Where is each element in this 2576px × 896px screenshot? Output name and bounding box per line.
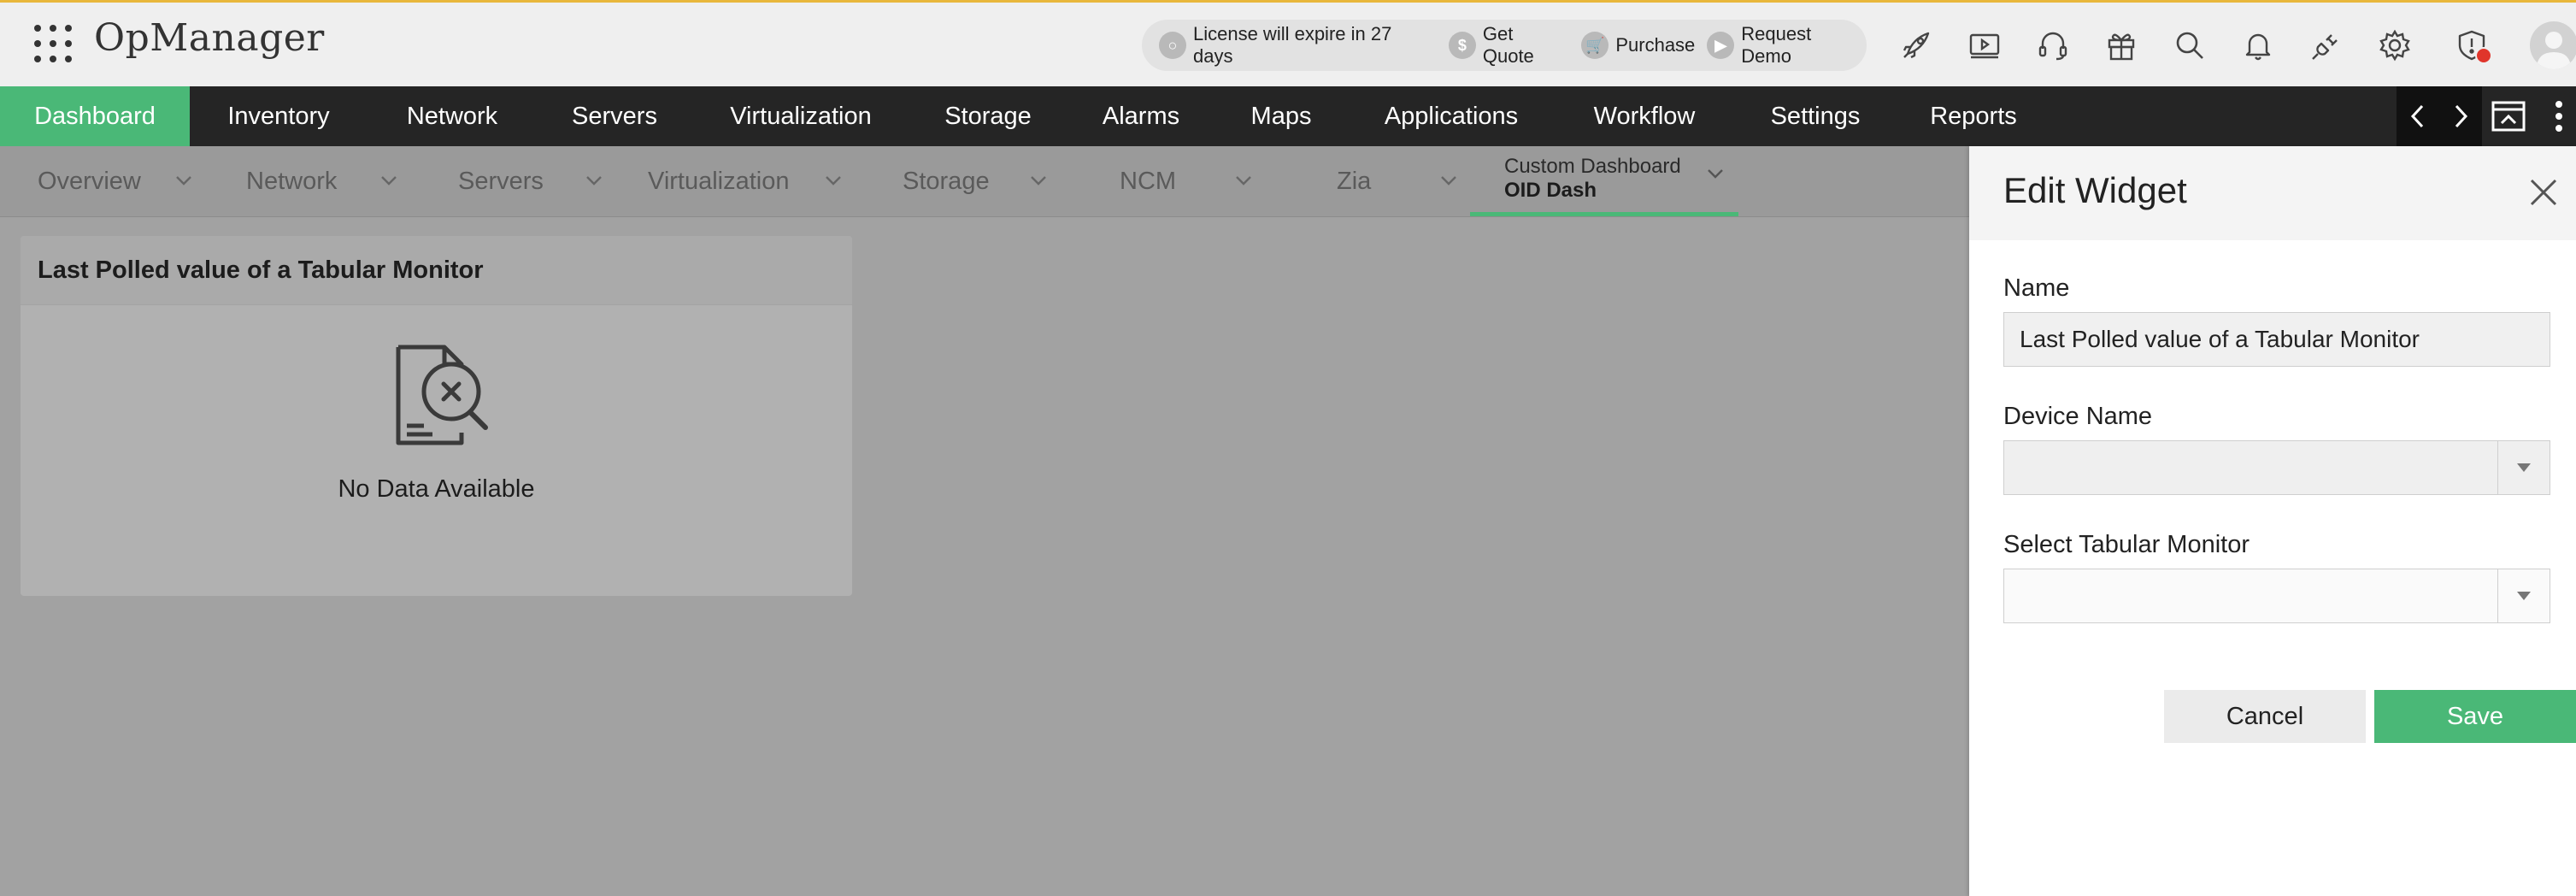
fullscreen-button[interactable] [2487, 86, 2530, 146]
no-data-icon [396, 345, 488, 445]
caret-down-icon [2517, 592, 2531, 600]
headset-icon[interactable] [2036, 28, 2070, 62]
nav-inventory[interactable]: Inventory [210, 86, 347, 146]
tab-storage[interactable]: Storage [903, 146, 990, 216]
tab-label: Storage [903, 167, 990, 195]
device-name-select[interactable] [2003, 440, 2550, 495]
nav-workflow[interactable]: Workflow [1576, 86, 1713, 146]
gift-icon[interactable] [2104, 28, 2138, 62]
video-icon[interactable] [1967, 28, 2002, 62]
caret-down-icon [2517, 463, 2531, 472]
chevron-down-icon[interactable] [174, 174, 193, 187]
tab-label: NCM [1120, 167, 1177, 195]
panel-title: Edit Widget [2003, 170, 2187, 210]
nav-reports[interactable]: Reports [1918, 86, 2029, 146]
nav-network[interactable]: Network [388, 86, 516, 146]
main-nav: Dashboard Inventory Network Servers Virt… [0, 86, 2576, 146]
chevron-down-icon[interactable] [1234, 174, 1253, 187]
chevron-down-icon[interactable] [585, 174, 603, 187]
empty-state-message: No Data Available [338, 475, 535, 503]
cancel-button[interactable]: Cancel [2164, 690, 2366, 743]
license-bar: ○ License will expire in 27 days $ Get Q… [1142, 20, 1867, 71]
nav-dashboard[interactable]: Dashboard [0, 86, 190, 146]
window-icon [2491, 101, 2526, 132]
shield-alert-icon[interactable] [2455, 28, 2492, 64]
tab-custom-dashboard-caption: Custom Dashboard [1504, 155, 1681, 178]
nav-alarms[interactable]: Alarms [1087, 86, 1195, 146]
device-name-label: Device Name [2003, 403, 2153, 430]
tab-label: Servers [458, 167, 544, 195]
alert-dot [2475, 47, 2492, 64]
widget-card: Last Polled value of a Tabular Monitor N… [21, 236, 852, 596]
chevron-down-icon[interactable] [824, 174, 843, 187]
chevron-down-icon[interactable] [1706, 167, 1725, 180]
dropdown-arrow[interactable] [2497, 441, 2550, 494]
plug-icon[interactable] [2309, 28, 2344, 62]
dollar-icon: $ [1448, 32, 1476, 59]
brand-logo[interactable]: OpManager [94, 16, 325, 60]
tab-custom-dashboard[interactable]: Custom Dashboard OID Dash [1470, 146, 1738, 216]
badge-icon: ○ [1159, 32, 1186, 59]
rocket-icon[interactable] [1899, 28, 1933, 62]
cart-icon: 🛒 [1581, 32, 1609, 59]
tab-label: Overview [38, 167, 141, 195]
chevron-down-icon[interactable] [1029, 174, 1048, 187]
get-quote-link[interactable]: $ Get Quote [1448, 23, 1569, 68]
nav-prev-button[interactable] [2397, 86, 2439, 146]
chevron-down-icon[interactable] [379, 174, 398, 187]
close-icon[interactable] [2526, 175, 2561, 209]
tab-overview[interactable]: Overview [38, 146, 141, 216]
tabular-monitor-label: Select Tabular Monitor [2003, 531, 2250, 558]
name-label: Name [2003, 274, 2070, 302]
apps-grid-icon[interactable] [34, 25, 72, 62]
tab-virtualization[interactable]: Virtualization [648, 146, 790, 216]
chevron-down-icon[interactable] [1439, 174, 1458, 187]
purchase-label: Purchase [1615, 34, 1696, 56]
more-menu-button[interactable] [2542, 86, 2576, 146]
tab-network[interactable]: Network [246, 146, 337, 216]
tab-zia[interactable]: Zia [1337, 146, 1371, 216]
nav-next-button[interactable] [2439, 86, 2482, 146]
bell-icon[interactable] [2241, 28, 2275, 62]
nav-maps[interactable]: Maps [1236, 86, 1326, 146]
save-button[interactable]: Save [2374, 690, 2576, 743]
tab-custom-dashboard-name: OID Dash [1504, 179, 1597, 202]
edit-widget-panel: Edit Widget Name Device Name Select Tabu… [1969, 146, 2576, 896]
demo-icon: ▶ [1707, 32, 1735, 59]
nav-servers[interactable]: Servers [557, 86, 672, 146]
search-icon[interactable] [2173, 28, 2207, 62]
top-bar: OpManager ○ License will expire in 27 da… [0, 0, 2576, 86]
avatar[interactable] [2530, 21, 2576, 69]
kebab-icon [2555, 101, 2562, 132]
nav-storage[interactable]: Storage [930, 86, 1046, 146]
nav-virtualization[interactable]: Virtualization [713, 86, 889, 146]
purchase-link[interactable]: 🛒 Purchase [1581, 32, 1695, 59]
tabular-monitor-select[interactable] [2003, 569, 2550, 623]
request-demo-label: Request Demo [1741, 23, 1812, 67]
nav-settings[interactable]: Settings [1754, 86, 1877, 146]
chevron-left-icon [2410, 104, 2424, 128]
license-text: License will expire in 27 days [1192, 23, 1392, 67]
get-quote-label: Get Quote [1482, 23, 1534, 67]
name-field[interactable] [2003, 312, 2550, 367]
tab-label: Zia [1337, 167, 1372, 195]
nav-applications[interactable]: Applications [1367, 86, 1535, 146]
license-status[interactable]: ○ License will expire in 27 days [1159, 23, 1437, 68]
tab-label: Network [246, 167, 338, 195]
widget-title: Last Polled value of a Tabular Monitor [21, 236, 852, 305]
tab-servers[interactable]: Servers [458, 146, 544, 216]
dropdown-arrow[interactable] [2497, 569, 2550, 622]
tab-label: Virtualization [648, 167, 790, 195]
request-demo-link[interactable]: ▶ Request Demo [1707, 23, 1867, 68]
chevron-right-icon [2455, 104, 2468, 128]
gear-icon[interactable] [2378, 28, 2412, 62]
tab-ncm[interactable]: NCM [1120, 146, 1176, 216]
panel-header: Edit Widget [1969, 146, 2576, 240]
